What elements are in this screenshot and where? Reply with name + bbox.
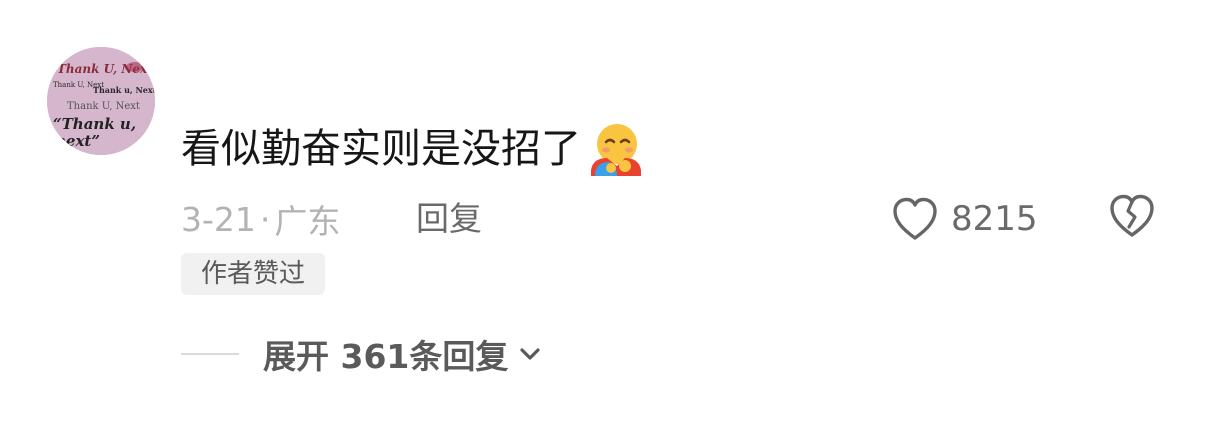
comment-location: 广东	[274, 202, 341, 241]
reply-button[interactable]: 回复	[416, 194, 482, 244]
meta-separator: ·	[259, 199, 271, 239]
comment-meta: 3-21 · 广东	[181, 194, 340, 244]
chevron-down-icon	[520, 348, 540, 360]
avatar-text-5: “Thank u,	[53, 115, 136, 133]
avatar-text-4: Thank U, Next	[67, 101, 140, 112]
expand-divider	[181, 353, 239, 355]
heart-outline-icon	[893, 197, 937, 240]
like-count: 8215	[951, 199, 1038, 239]
avatar-text-3: Thank u, Next	[93, 85, 155, 95]
comment-date: 3-21	[181, 199, 256, 239]
hugging-face-emoji-icon	[587, 120, 645, 178]
avatar-text-6: next”	[55, 132, 100, 150]
broken-heart-icon	[1110, 194, 1154, 237]
avatar-image: Thank U, Next Thank U, Next Thank u, Nex…	[47, 47, 155, 155]
dislike-button[interactable]	[1108, 193, 1156, 243]
expand-replies-button[interactable]: 展开 361条回复	[181, 330, 542, 378]
comment-text-row: 看似勤奋实则是没招了	[181, 120, 645, 178]
avatar[interactable]: Thank U, Next Thank U, Next Thank u, Nex…	[47, 47, 155, 155]
comment-text: 看似勤奋实则是没招了	[181, 126, 581, 172]
author-liked-badge: 作者赞过	[181, 253, 325, 295]
like-button[interactable]: 8215	[891, 193, 1038, 245]
expand-replies-label: 展开 361条回复	[263, 337, 509, 376]
comment-card: Thank U, Next Thank U, Next Thank u, Nex…	[0, 0, 1206, 424]
